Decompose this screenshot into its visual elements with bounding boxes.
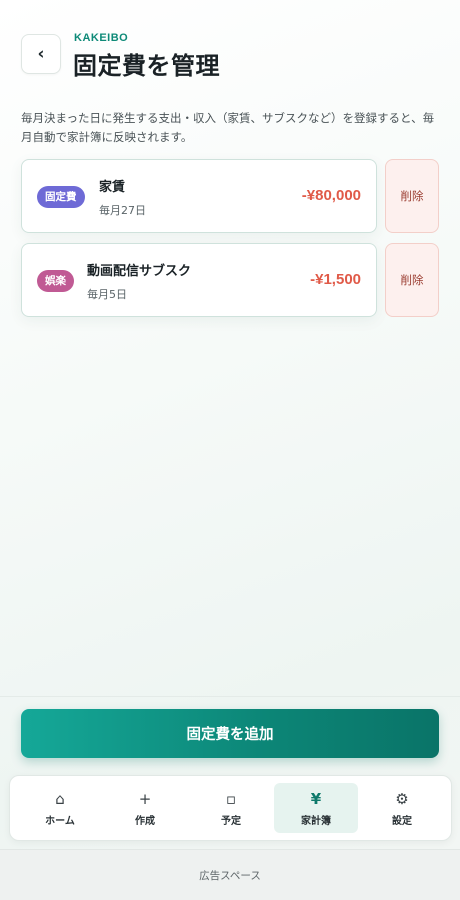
delete-label: 削除 [400, 273, 424, 287]
tab-label: 設定 [392, 815, 412, 827]
category-badge: 娯楽 [37, 270, 74, 292]
home-icon: ⌂ [55, 789, 65, 808]
tab-label: 家計簿 [301, 815, 331, 827]
plus-icon: + [138, 789, 152, 808]
delete-button[interactable]: 削除 [385, 243, 439, 317]
square-icon: ▫ [225, 789, 237, 808]
ad-space: 広告スペース [0, 849, 460, 900]
tab-label: ホーム [45, 815, 75, 827]
tab-create[interactable]: + 作成 [103, 783, 187, 833]
add-fixed-cost-button[interactable]: 固定費を追加 [21, 709, 439, 758]
add-button-label: 固定費を追加 [186, 727, 274, 743]
delete-label: 削除 [400, 189, 424, 203]
tab-home[interactable]: ⌂ ホーム [18, 783, 102, 833]
fixed-item-card[interactable]: 固定費 家賃 毎月27日 -¥80,000 [21, 159, 377, 233]
yen-icon: ¥ [310, 789, 322, 808]
category-badge: 固定費 [37, 186, 85, 208]
fixed-item-row: 固定費 家賃 毎月27日 -¥80,000 削除 [21, 159, 439, 233]
tab-household-book[interactable]: ¥ 家計簿 [274, 783, 358, 833]
page-description: 毎月決まった日に発生する支出・収入（家賃、サブスクなど）を登録すると、毎月自動で… [21, 111, 435, 144]
tab-label: 予定 [221, 815, 241, 827]
ad-label: 広告スペース [199, 869, 261, 882]
gear-icon: ⚙ [395, 789, 409, 808]
item-schedule: 毎月5日 [87, 288, 127, 301]
app-screen: ‹ KAKEIBO 固定費を管理 毎月決まった日に発生する支出・収入（家賃、サブ… [0, 0, 460, 900]
item-amount: -¥1,500 [310, 271, 361, 288]
tab-schedule[interactable]: ▫ 予定 [189, 783, 273, 833]
back-button[interactable]: ‹ [21, 34, 61, 74]
bottom-divider [0, 696, 460, 697]
delete-button[interactable]: 削除 [385, 159, 439, 233]
item-amount: -¥80,000 [301, 187, 361, 204]
brand-label: KAKEIBO [74, 32, 129, 44]
item-name: 動画配信サブスク [87, 264, 192, 279]
page-title: 固定費を管理 [73, 52, 220, 80]
fixed-item-row: 娯楽 動画配信サブスク 毎月5日 -¥1,500 削除 [21, 243, 439, 317]
item-name: 家賃 [99, 180, 126, 195]
item-schedule: 毎月27日 [99, 204, 146, 217]
bottom-tab-bar: ⌂ ホーム + 作成 ▫ 予定 ¥ 家計簿 ⚙ 設定 [9, 775, 452, 841]
fixed-item-card[interactable]: 娯楽 動画配信サブスク 毎月5日 -¥1,500 [21, 243, 377, 317]
tab-settings[interactable]: ⚙ 設定 [360, 783, 444, 833]
chevron-left-icon: ‹ [37, 44, 45, 64]
tab-label: 作成 [135, 815, 155, 827]
